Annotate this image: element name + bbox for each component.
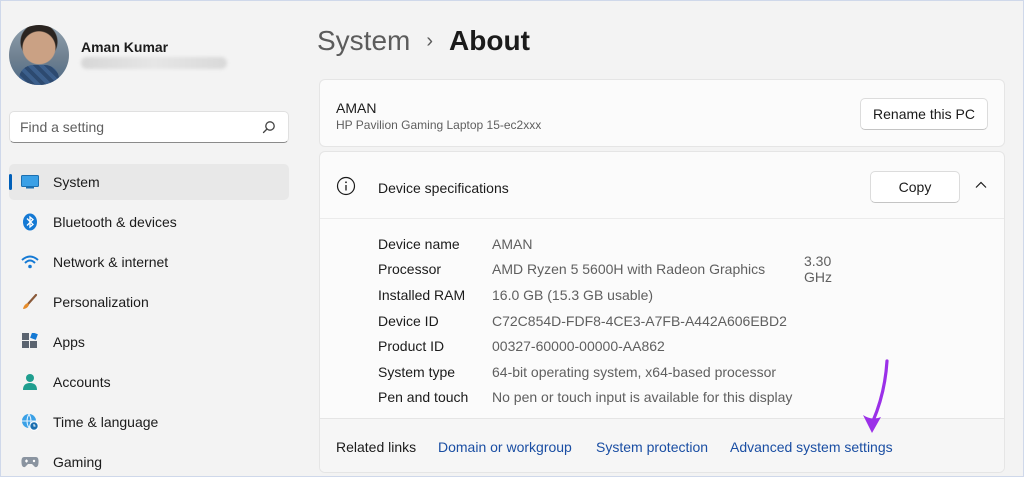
spec-row-product-id: Product ID 00327-60000-00000-AA862 [378,333,792,359]
device-specifications-card: Device specifications Copy Device name A… [319,151,1005,473]
sidebar-item-personalization[interactable]: Personalization [9,284,289,320]
system-protection-link[interactable]: System protection [596,439,708,455]
sidebar-item-network[interactable]: Network & internet [9,244,289,280]
spec-label: Pen and touch [378,389,469,406]
spec-label: Product ID [378,338,445,355]
sidebar-item-accounts[interactable]: Accounts [9,364,289,400]
sidebar-item-label: Network & internet [53,254,169,270]
rename-pc-button[interactable]: Rename this PC [860,98,988,130]
spec-value: AMAN [492,235,533,252]
spec-row-device-id: Device ID C72C854D-FDF8-4CE3-A7FB-A442A6… [378,308,792,334]
spec-value: AMD Ryzen 5 5600H with Radeon Graphics [492,261,766,278]
device-specifications-header[interactable]: Device specifications Copy [320,152,1004,218]
spec-label: Processor [378,261,442,278]
sidebar-item-label: Accounts [53,374,111,390]
globe-clock-icon [21,413,39,431]
pc-model: HP Pavilion Gaming Laptop 15-ec2xxx [336,118,542,132]
search-box[interactable] [9,111,289,143]
spec-label: Installed RAM [378,286,466,303]
annotation-arrow-icon [863,359,889,433]
sidebar-item-apps[interactable]: Apps [9,324,289,360]
spec-label: Device name [378,235,460,252]
sidebar-item-system[interactable]: System [9,164,289,200]
sidebar-item-label: Apps [53,334,85,350]
chevron-up-icon[interactable] [974,178,988,192]
breadcrumb-separator: › [426,29,434,52]
system-icon [21,173,39,191]
spec-row-installed-ram: Installed RAM 16.0 GB (15.3 GB usable) [378,282,792,308]
breadcrumb: System › About [317,25,530,57]
advanced-system-settings-link[interactable]: Advanced system settings [730,439,893,455]
sidebar-nav: System Bluetooth & devices Network & int… [9,164,289,477]
accounts-icon [21,373,39,391]
sidebar-item-time-language[interactable]: Time & language [9,404,289,440]
bluetooth-icon [21,213,39,231]
spec-value: C72C854D-FDF8-4CE3-A7FB-A442A606EBD2 [492,312,787,329]
spec-list: Device name AMAN Processor AMD Ryzen 5 5… [378,231,832,411]
info-icon [336,176,356,196]
sidebar: Aman Kumar System Bluetooth & devices Ne… [1,1,301,477]
sidebar-item-label: Bluetooth & devices [53,214,177,230]
spec-row-device-name: Device name AMAN [378,231,792,257]
spec-value: 64-bit operating system, x64-based proce… [492,363,777,380]
avatar[interactable] [9,25,69,85]
sidebar-item-bluetooth[interactable]: Bluetooth & devices [9,204,289,240]
sidebar-item-label: Personalization [53,294,149,310]
sidebar-item-label: System [53,174,100,190]
spec-label: System type [378,363,456,380]
spec-row-system-type: System type 64-bit operating system, x64… [378,359,792,385]
pc-name: AMAN [336,100,377,116]
sidebar-item-label: Gaming [53,454,103,470]
domain-workgroup-link[interactable]: Domain or workgroup [438,439,572,455]
search-input[interactable] [10,112,250,142]
copy-button[interactable]: Copy [870,171,960,203]
user-name: Aman Kumar [81,39,169,55]
search-icon [262,121,275,134]
sidebar-item-label: Time & language [53,414,159,430]
page-title: About [449,25,530,56]
spec-processor-speed: 3.30 GHz [804,253,832,286]
spec-value: 00327-60000-00000-AA862 [492,338,665,355]
spec-value: 16.0 GB (15.3 GB usable) [492,286,654,303]
wifi-icon [21,253,39,271]
device-specifications-title: Device specifications [378,180,509,196]
related-links-label: Related links [336,439,417,455]
user-email-redacted [81,57,227,69]
spec-label: Device ID [378,312,439,329]
pc-name-card: AMAN HP Pavilion Gaming Laptop 15-ec2xxx… [319,79,1005,147]
spec-row-pen-touch: Pen and touch No pen or touch input is a… [378,385,792,411]
sidebar-item-gaming[interactable]: Gaming [9,444,289,477]
apps-icon [21,333,39,351]
breadcrumb-parent[interactable]: System [317,25,410,57]
brush-icon [21,293,39,311]
divider [320,218,1004,219]
related-links-bar: Related links Domain or workgroup System… [320,418,1004,472]
gamepad-icon [21,453,39,471]
spec-row-processor: Processor AMD Ryzen 5 5600H with Radeon … [378,253,832,285]
spec-value: No pen or touch input is available for t… [492,389,793,406]
